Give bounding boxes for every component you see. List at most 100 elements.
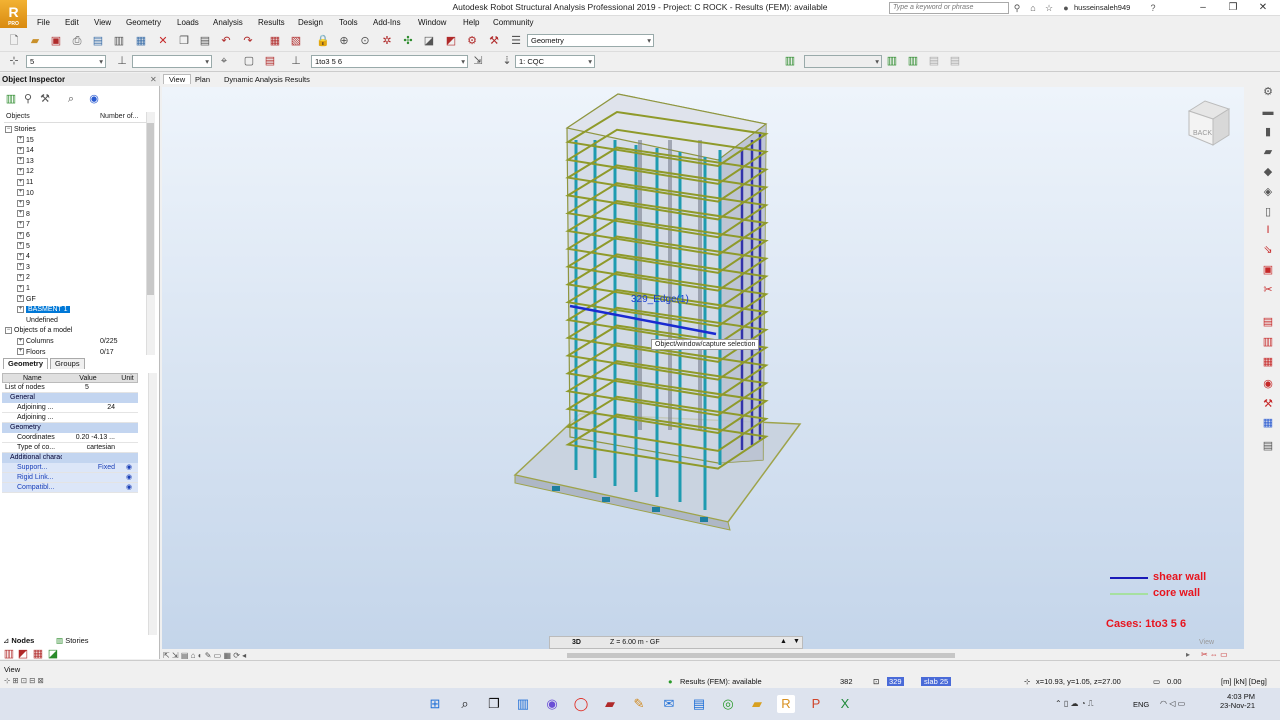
zoom-icon[interactable]: ⊙ xyxy=(358,34,372,48)
property-row[interactable]: Adjoining ... xyxy=(2,413,138,423)
tree-item[interactable]: +15 xyxy=(4,136,146,147)
bottom-tool-1-icon[interactable]: ▥ xyxy=(2,647,16,661)
structure-model[interactable] xyxy=(162,87,1244,649)
rt-support-icon[interactable]: ◈ xyxy=(1260,185,1276,199)
expand-icon[interactable]: + xyxy=(17,157,24,165)
property-value[interactable]: cartesian xyxy=(59,443,115,452)
rt-panel-icon[interactable]: ▰ xyxy=(1260,145,1276,159)
expand-icon[interactable]: + xyxy=(17,136,24,144)
property-row[interactable]: Type of co... cartesian xyxy=(2,443,138,453)
taskbar-search-icon[interactable]: ⌕ xyxy=(456,695,474,713)
close-button[interactable]: ✕ xyxy=(1248,0,1278,16)
tree-item[interactable]: − Stories xyxy=(4,125,146,136)
status-icons-left[interactable]: ⊹ ⊞ ⊡ ⊟ ⊠ xyxy=(4,676,44,685)
property-row[interactable]: Compatibl... ◉ xyxy=(2,483,138,493)
language-indicator[interactable]: ENG xyxy=(1133,700,1149,709)
print-icon[interactable]: ⎙ xyxy=(70,34,84,48)
property-section[interactable]: Geometry xyxy=(2,423,138,433)
tree-item[interactable]: Undefined xyxy=(4,316,146,327)
help-icon[interactable]: ? xyxy=(1148,3,1158,13)
tree-item[interactable]: +10 xyxy=(4,189,146,200)
tab-geometry[interactable]: Geometry xyxy=(3,358,49,369)
layout-icon[interactable]: ☰ xyxy=(509,34,523,48)
menu-file[interactable]: File xyxy=(37,18,50,27)
tab-stories[interactable]: ▥ Stories xyxy=(56,636,89,645)
user-name[interactable]: husseinsaleh949 xyxy=(1074,3,1130,12)
open-folder-icon[interactable]: ▰ xyxy=(28,34,42,48)
tree-item[interactable]: +5 xyxy=(4,242,146,253)
menu-help[interactable]: Help xyxy=(463,18,479,27)
property-detail-icon[interactable]: ◉ xyxy=(126,483,149,492)
story-next-icon[interactable]: ▤ xyxy=(948,54,962,68)
property-detail-icon[interactable]: ◉ xyxy=(126,463,149,472)
subscription-icon[interactable]: ⌂ xyxy=(1028,3,1038,13)
tree-item[interactable]: − Objects of a model xyxy=(4,326,146,337)
task-view-icon[interactable]: ❐ xyxy=(485,695,503,713)
filter-icon[interactable]: ⌖ xyxy=(217,54,231,68)
tree-item[interactable]: + BASMENT 1 xyxy=(4,305,146,316)
collapse-icon[interactable]: − xyxy=(5,125,12,133)
search-input[interactable]: Type a keyword or phrase xyxy=(889,2,1009,14)
lock-icon[interactable]: 🔒 xyxy=(316,34,330,48)
expand-icon[interactable]: + xyxy=(17,221,24,229)
undo-icon[interactable]: ↶ xyxy=(219,34,233,48)
rt-release-icon[interactable]: ▯ xyxy=(1260,205,1276,219)
status-edge-number[interactable]: 329 xyxy=(887,677,904,686)
property-value[interactable]: Fixed xyxy=(59,463,115,472)
node-selection-combo[interactable]: 5 xyxy=(26,55,106,68)
tree-item[interactable]: +12 xyxy=(4,167,146,178)
menu-edit[interactable]: Edit xyxy=(65,18,79,27)
menu-design[interactable]: Design xyxy=(298,18,323,27)
horizontal-scrollbar-thumb[interactable] xyxy=(567,653,955,658)
expand-icon[interactable]: + xyxy=(17,348,24,356)
start-windows-icon[interactable]: ⊞ xyxy=(426,695,444,713)
table-icon[interactable]: ▦ xyxy=(268,34,282,48)
expand-icon[interactable]: + xyxy=(17,284,24,292)
expand-icon[interactable]: + xyxy=(17,295,24,303)
bottom-tool-2-icon[interactable]: ◩ xyxy=(16,647,30,661)
rt-ibeam-icon[interactable]: Ι xyxy=(1260,223,1276,237)
expand-icon[interactable]: + xyxy=(17,189,24,197)
expand-icon[interactable]: + xyxy=(17,337,24,345)
tree-item[interactable]: +8 xyxy=(4,210,146,221)
load-case-icon[interactable]: ⇲ xyxy=(471,54,485,68)
story-icon[interactable]: ▤ xyxy=(263,54,277,68)
layout-combo[interactable]: Geometry xyxy=(527,34,654,47)
property-row[interactable]: Rigid Link... ◉ xyxy=(2,473,138,483)
rt-offset-icon[interactable]: ▣ xyxy=(1260,263,1276,277)
rt-load-icon[interactable]: ⇘ xyxy=(1260,243,1276,257)
expand-icon[interactable]: + xyxy=(17,178,24,186)
property-value[interactable]: 24 xyxy=(59,403,115,412)
binoculars-icon[interactable]: ⚲ xyxy=(1012,3,1022,13)
tree-item[interactable]: +14 xyxy=(4,146,146,157)
menu-addins[interactable]: Add-Ins xyxy=(373,18,401,27)
new-file-icon[interactable]: 🗋 xyxy=(7,34,21,48)
expand-icon[interactable]: + xyxy=(17,263,24,271)
save-icon[interactable]: ▣ xyxy=(49,34,63,48)
level-indicator[interactable]: Z = 6.00 m - GF xyxy=(610,639,660,646)
copy-icon[interactable]: ❐ xyxy=(177,34,191,48)
current-case-combo[interactable]: 1: CQC xyxy=(515,55,595,68)
view-mode[interactable]: 3D xyxy=(572,639,581,646)
expand-icon[interactable]: + xyxy=(17,305,24,313)
print-preview-icon[interactable]: ▤ xyxy=(91,34,105,48)
property-row[interactable]: Adjoining ... 24 xyxy=(2,403,138,413)
story-down-icon[interactable]: ▥ xyxy=(906,54,920,68)
expand-icon[interactable]: + xyxy=(17,168,24,176)
taskbar-clock[interactable]: 4:03 PM 23-Nov-21 xyxy=(1211,692,1255,710)
zoom-window-icon[interactable]: ⊕ xyxy=(337,34,351,48)
structure-model-icon[interactable]: ▧ xyxy=(289,34,303,48)
preferences-icon[interactable]: ▦ xyxy=(134,34,148,48)
story-select-icon[interactable]: ▥ xyxy=(783,54,797,68)
tree-item[interactable]: +7 xyxy=(4,220,146,231)
collapse-icon[interactable]: − xyxy=(5,327,12,335)
store-icon[interactable]: ▤ xyxy=(690,695,708,713)
expand-icon[interactable]: + xyxy=(17,242,24,250)
bottom-tool-3-icon[interactable]: ▦ xyxy=(31,647,45,661)
tab-nodes[interactable]: ⊿ Nodes xyxy=(3,636,34,645)
tree-item[interactable]: +4 xyxy=(4,252,146,263)
menu-window[interactable]: Window xyxy=(418,18,446,27)
powerpoint-icon[interactable]: P xyxy=(807,695,825,713)
story-prev-icon[interactable]: ▤ xyxy=(927,54,941,68)
tree-item[interactable]: + GF xyxy=(4,295,146,306)
